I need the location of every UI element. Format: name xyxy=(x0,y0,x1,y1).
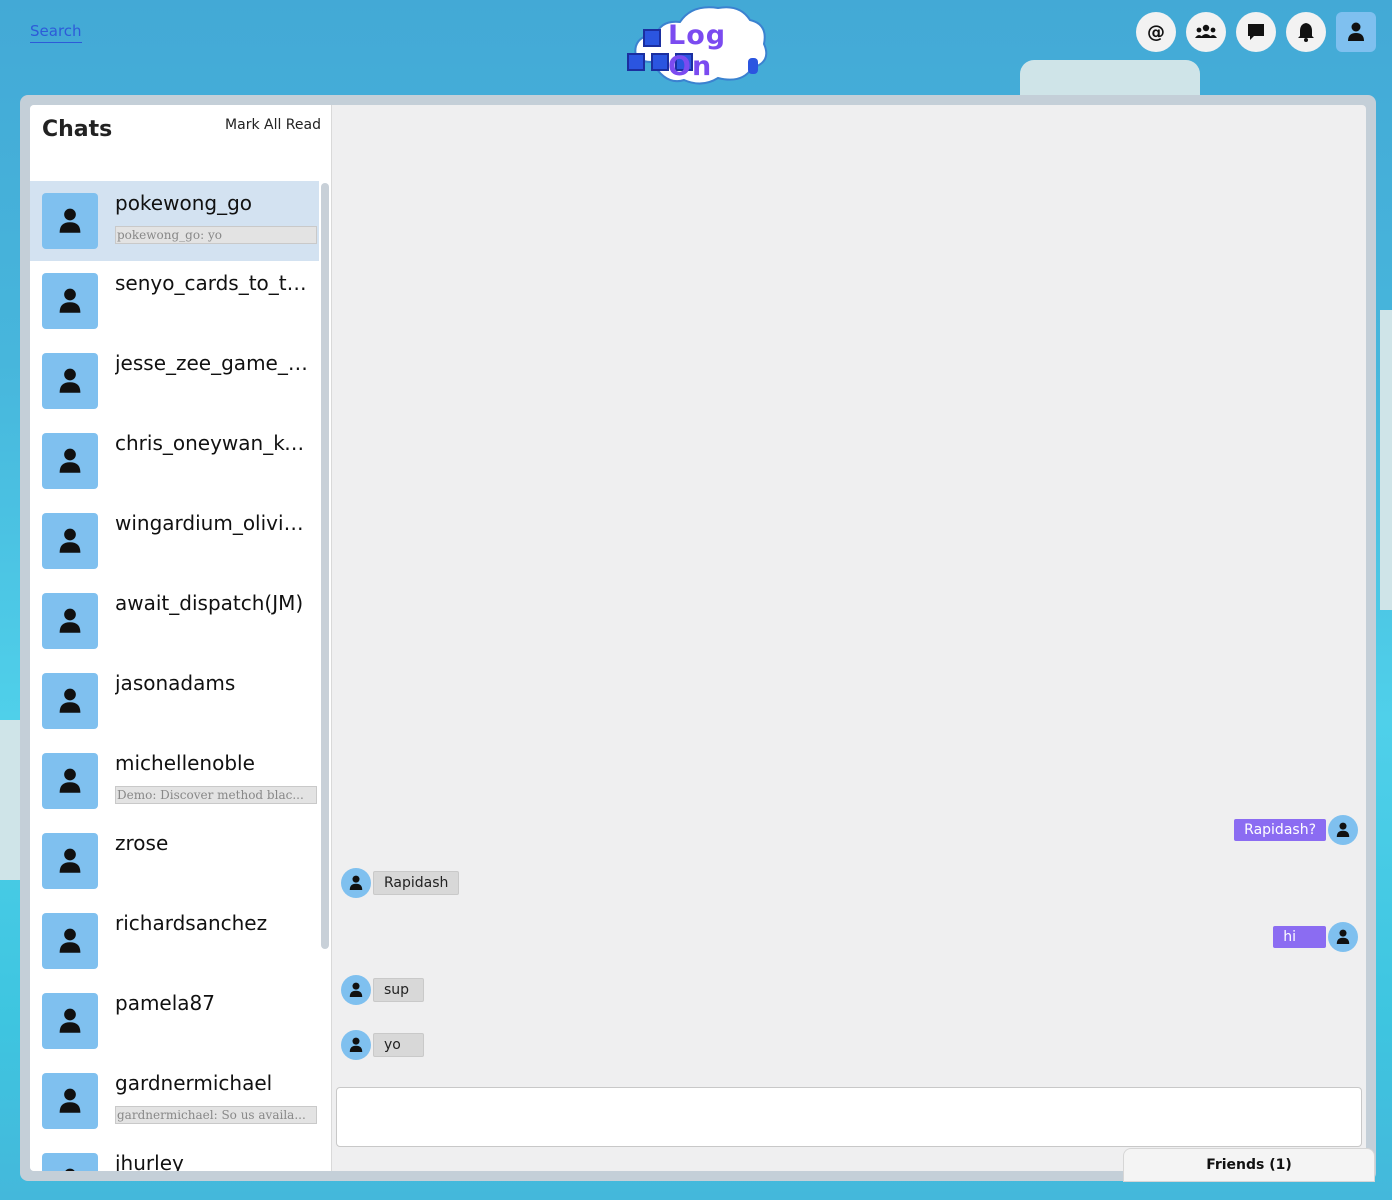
chat-name: pamela87 xyxy=(115,991,215,1015)
chat-list-item[interactable]: jasonadams xyxy=(30,661,319,741)
avatar xyxy=(42,993,98,1049)
bell-icon[interactable] xyxy=(1286,12,1326,52)
chat-preview: gardnermichael: So us availa... xyxy=(115,1106,317,1124)
chat-list-item[interactable]: richardsanchez xyxy=(30,901,319,981)
avatar xyxy=(42,513,98,569)
message-outgoing: hi xyxy=(1273,922,1358,952)
message-bubble: sup xyxy=(373,978,425,1002)
chat-list-scrollbar[interactable] xyxy=(321,183,329,949)
chat-preview: Demo: Discover method blac... xyxy=(115,786,317,804)
chat-name: chris_oneywan_ken... xyxy=(115,431,315,455)
avatar xyxy=(42,833,98,889)
chat-name: senyo_cards_to_th... xyxy=(115,271,315,295)
avatar xyxy=(42,593,98,649)
message-area: Rapidash? Rapidash hi sup yo xyxy=(333,105,1366,1171)
chats-title: Chats xyxy=(42,117,113,142)
chat-name: richardsanchez xyxy=(115,911,268,935)
avatar xyxy=(341,975,371,1005)
chat-sidebar: Chats Mark All Read pokewong_go pokewong_… xyxy=(30,105,332,1171)
chat-name: jesse_zee_game_ez... xyxy=(115,351,315,375)
logo-text: Log On xyxy=(668,20,727,82)
avatar xyxy=(42,673,98,729)
user-icon[interactable] xyxy=(1336,12,1376,52)
chat-window: Chats Mark All Read pokewong_go pokewong_… xyxy=(30,105,1366,1171)
top-nav-icons: @ xyxy=(1136,12,1376,52)
message-bubble: Rapidash? xyxy=(1234,819,1326,841)
message-incoming: sup xyxy=(341,975,425,1005)
avatar xyxy=(42,273,98,329)
message-incoming: Rapidash xyxy=(341,868,460,898)
message-input[interactable] xyxy=(336,1087,1362,1147)
avatar xyxy=(1328,922,1358,952)
chat-list-item[interactable]: michellenoble Demo: Discover method blac.… xyxy=(30,741,319,821)
chat-list: pokewong_go pokewong_go: yo senyo_cards_to… xyxy=(30,181,319,1171)
at-icon[interactable]: @ xyxy=(1136,12,1176,52)
background-cloud xyxy=(0,720,20,880)
avatar xyxy=(42,353,98,409)
chat-name: gardnermichael xyxy=(115,1071,273,1095)
message-outgoing: Rapidash? xyxy=(1234,815,1358,845)
chat-preview: pokewong_go: yo xyxy=(115,226,317,244)
background-cloud xyxy=(1380,310,1392,610)
avatar xyxy=(1328,815,1358,845)
chat-list-item[interactable]: senyo_cards_to_th... xyxy=(30,261,319,341)
chat-name: jasonadams xyxy=(115,671,236,695)
chat-list-item[interactable]: jhurley xyxy=(30,1141,319,1171)
chat-list-item[interactable]: chris_oneywan_ken... xyxy=(30,421,319,501)
avatar xyxy=(341,1030,371,1060)
chat-name: wingardium_oliviosa xyxy=(115,511,315,535)
chat-name: jhurley xyxy=(115,1151,184,1171)
chat-list-item[interactable]: jesse_zee_game_ez... xyxy=(30,341,319,421)
mark-all-read-button[interactable]: Mark All Read xyxy=(225,117,321,133)
avatar xyxy=(42,753,98,809)
avatar xyxy=(42,1153,98,1171)
chat-list-item[interactable]: zrose xyxy=(30,821,319,901)
message-incoming: yo xyxy=(341,1030,424,1060)
chat-list-item[interactable]: await_dispatch(JM) xyxy=(30,581,319,661)
background-cloud xyxy=(1020,60,1200,96)
chat-name: await_dispatch(JM) xyxy=(115,591,304,615)
chat-list-item[interactable]: gardnermichael gardnermichael: So us avai… xyxy=(30,1061,319,1141)
sidebar-header: Chats Mark All Read xyxy=(30,105,331,181)
message-bubble: yo xyxy=(373,1033,424,1057)
chat-window-frame: Chats Mark All Read pokewong_go pokewong_… xyxy=(20,95,1376,1181)
chat-list-item[interactable]: pokewong_go pokewong_go: yo xyxy=(30,181,319,261)
avatar xyxy=(341,868,371,898)
avatar xyxy=(42,433,98,489)
users-icon[interactable] xyxy=(1186,12,1226,52)
chat-list-item[interactable]: pamela87 xyxy=(30,981,319,1061)
chat-list-item[interactable]: wingardium_oliviosa xyxy=(30,501,319,581)
message-bubble: Rapidash xyxy=(373,871,460,895)
chat-bubble-icon[interactable] xyxy=(1236,12,1276,52)
message-bubble: hi xyxy=(1273,926,1326,948)
search-link[interactable]: Search xyxy=(30,22,82,43)
chat-name: michellenoble xyxy=(115,751,255,775)
logo[interactable]: Log On xyxy=(622,2,772,90)
avatar xyxy=(42,193,98,249)
avatar xyxy=(42,913,98,969)
chat-name: zrose xyxy=(115,831,169,855)
friends-tab[interactable]: Friends (1) xyxy=(1123,1148,1375,1182)
chat-name: pokewong_go xyxy=(115,191,253,215)
avatar xyxy=(42,1073,98,1129)
